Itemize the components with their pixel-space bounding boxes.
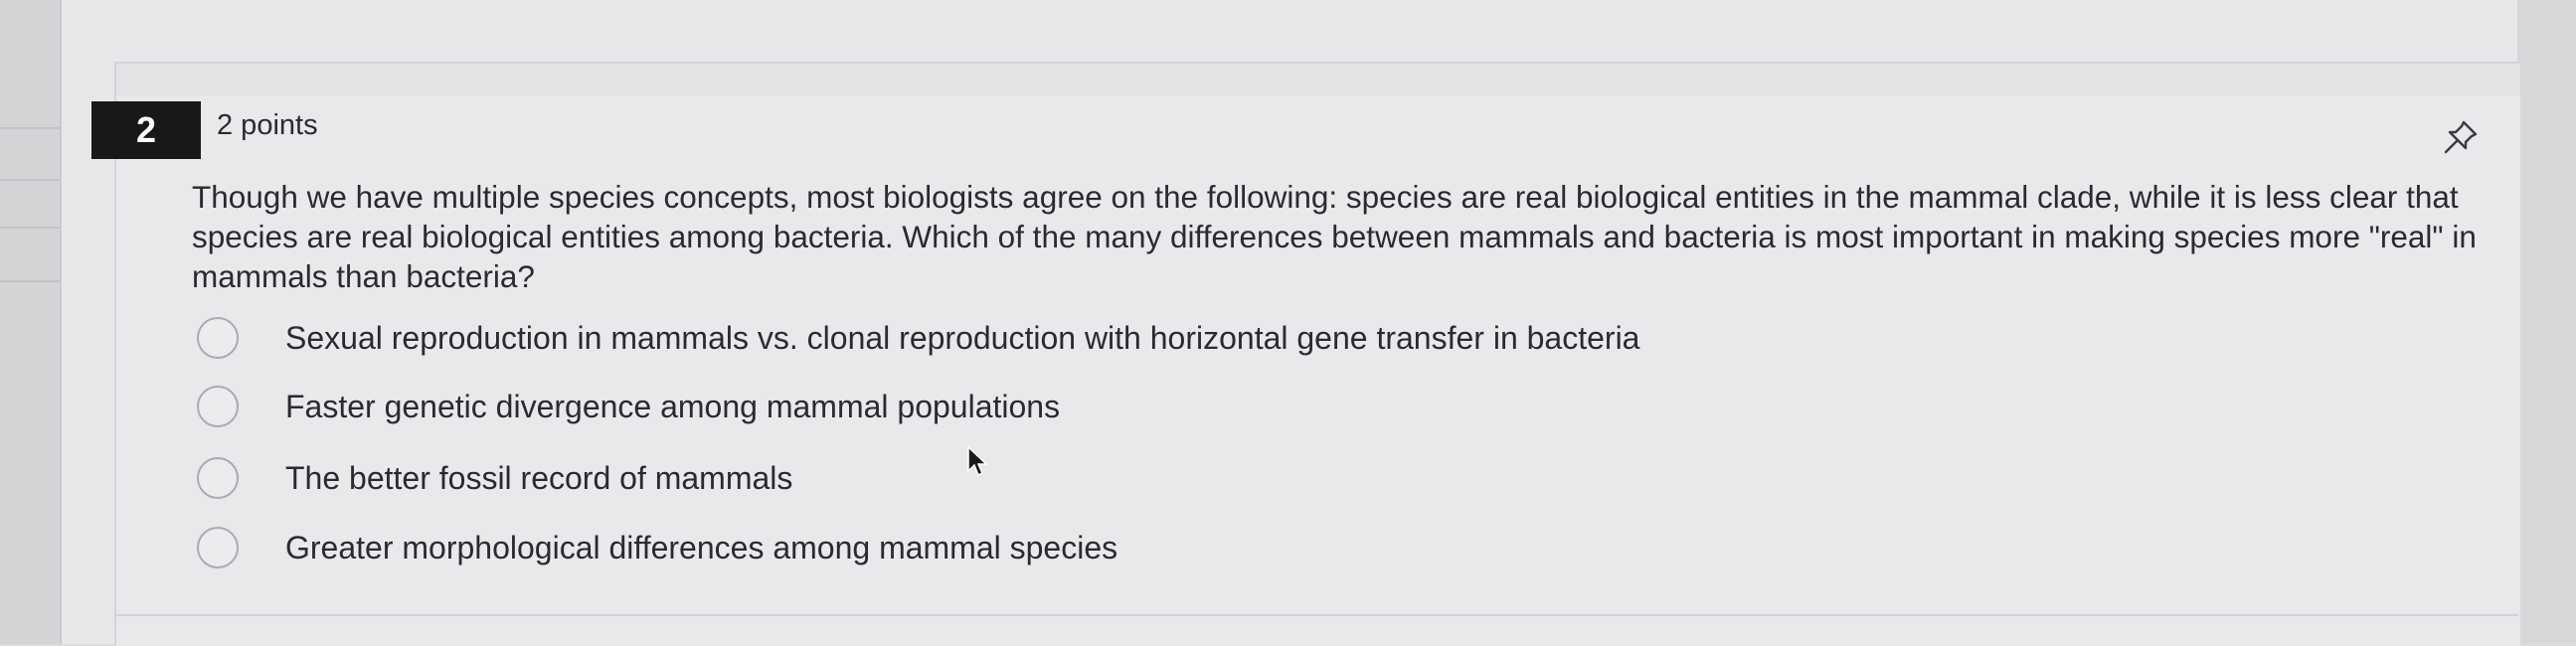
answer-option-label[interactable]: Faster genetic divergence among mammal p… <box>285 389 1060 425</box>
left-margin <box>0 0 60 644</box>
question-text: Though we have multiple species concepts… <box>192 179 2477 294</box>
margin-divider <box>0 127 60 129</box>
answer-option-label[interactable]: The better fossil record of mammals <box>285 460 792 497</box>
radio-button[interactable] <box>197 386 239 427</box>
radio-button[interactable] <box>197 317 239 359</box>
answer-option-label[interactable]: Sexual reproduction in mammals vs. clona… <box>285 320 1639 357</box>
radio-button[interactable] <box>197 527 239 568</box>
answer-option[interactable]: Greater morphological differences among … <box>197 525 1117 570</box>
radio-button[interactable] <box>197 457 239 499</box>
question-points: 2 points <box>217 109 318 141</box>
question-number: 2 <box>91 101 201 159</box>
margin-divider <box>0 280 60 282</box>
answer-option[interactable]: Faster genetic divergence among mammal p… <box>197 384 1060 429</box>
margin-divider <box>0 179 60 181</box>
answer-option-label[interactable]: Greater morphological differences among … <box>285 530 1117 566</box>
margin-divider <box>0 227 60 229</box>
card-bottom-divider <box>114 614 2518 616</box>
right-margin <box>2517 0 2576 644</box>
mouse-cursor-icon <box>966 445 990 479</box>
question-header-band <box>116 64 2520 95</box>
answer-option[interactable]: The better fossil record of mammals <box>197 455 792 501</box>
pin-icon[interactable] <box>2441 117 2481 157</box>
answer-option[interactable]: Sexual reproduction in mammals vs. clona… <box>197 315 1639 361</box>
